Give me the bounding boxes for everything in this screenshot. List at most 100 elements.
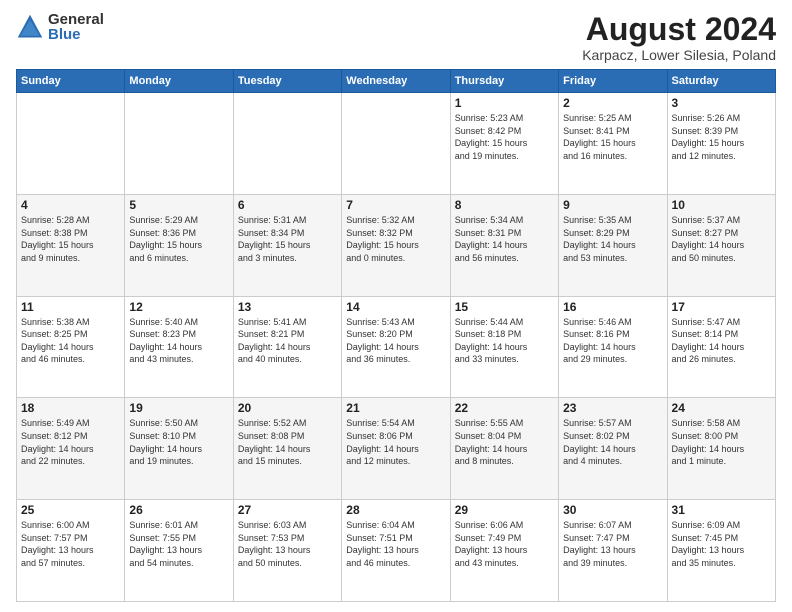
day-cell: 5 Sunrise: 5:29 AM Sunset: 8:36 PM Daylig… (125, 194, 233, 296)
day-info: Sunrise: 6:03 AM Sunset: 7:53 PM Dayligh… (238, 519, 337, 569)
day-info: Sunrise: 5:35 AM Sunset: 8:29 PM Dayligh… (563, 214, 662, 264)
day-number: 11 (21, 300, 120, 314)
day-info: Sunrise: 5:44 AM Sunset: 8:18 PM Dayligh… (455, 316, 554, 366)
day-cell: 23 Sunrise: 5:57 AM Sunset: 8:02 PM Dayli… (559, 398, 667, 500)
weekday-header-tuesday: Tuesday (233, 70, 341, 93)
day-number: 17 (672, 300, 771, 314)
day-info: Sunrise: 5:54 AM Sunset: 8:06 PM Dayligh… (346, 417, 445, 467)
logo-icon (16, 13, 44, 41)
day-number: 30 (563, 503, 662, 517)
day-cell: 21 Sunrise: 5:54 AM Sunset: 8:06 PM Dayli… (342, 398, 450, 500)
day-number: 29 (455, 503, 554, 517)
day-info: Sunrise: 5:49 AM Sunset: 8:12 PM Dayligh… (21, 417, 120, 467)
weekday-header-sunday: Sunday (17, 70, 125, 93)
day-info: Sunrise: 5:32 AM Sunset: 8:32 PM Dayligh… (346, 214, 445, 264)
day-number: 13 (238, 300, 337, 314)
day-number: 27 (238, 503, 337, 517)
page: General Blue August 2024 Karpacz, Lower … (0, 0, 792, 612)
day-number: 31 (672, 503, 771, 517)
day-number: 3 (672, 96, 771, 110)
calendar-table: SundayMondayTuesdayWednesdayThursdayFrid… (16, 69, 776, 602)
day-number: 20 (238, 401, 337, 415)
logo: General Blue (16, 12, 104, 42)
day-info: Sunrise: 5:38 AM Sunset: 8:25 PM Dayligh… (21, 316, 120, 366)
day-info: Sunrise: 5:31 AM Sunset: 8:34 PM Dayligh… (238, 214, 337, 264)
day-number: 16 (563, 300, 662, 314)
subtitle: Karpacz, Lower Silesia, Poland (582, 47, 776, 63)
day-info: Sunrise: 5:57 AM Sunset: 8:02 PM Dayligh… (563, 417, 662, 467)
day-info: Sunrise: 6:04 AM Sunset: 7:51 PM Dayligh… (346, 519, 445, 569)
day-info: Sunrise: 5:37 AM Sunset: 8:27 PM Dayligh… (672, 214, 771, 264)
day-number: 1 (455, 96, 554, 110)
day-cell: 27 Sunrise: 6:03 AM Sunset: 7:53 PM Dayli… (233, 500, 341, 602)
weekday-header-saturday: Saturday (667, 70, 775, 93)
day-cell: 18 Sunrise: 5:49 AM Sunset: 8:12 PM Dayli… (17, 398, 125, 500)
day-cell: 15 Sunrise: 5:44 AM Sunset: 8:18 PM Dayli… (450, 296, 558, 398)
day-cell: 10 Sunrise: 5:37 AM Sunset: 8:27 PM Dayli… (667, 194, 775, 296)
day-cell: 20 Sunrise: 5:52 AM Sunset: 8:08 PM Dayli… (233, 398, 341, 500)
weekday-header-thursday: Thursday (450, 70, 558, 93)
day-cell: 28 Sunrise: 6:04 AM Sunset: 7:51 PM Dayli… (342, 500, 450, 602)
day-cell: 26Sunrise: 6:01 AM Sunset: 7:55 PM Dayli… (125, 500, 233, 602)
logo-blue-text: Blue (48, 27, 104, 42)
day-cell: 17Sunrise: 5:47 AM Sunset: 8:14 PM Dayli… (667, 296, 775, 398)
day-info: Sunrise: 5:28 AM Sunset: 8:38 PM Dayligh… (21, 214, 120, 264)
day-cell: 11 Sunrise: 5:38 AM Sunset: 8:25 PM Dayli… (17, 296, 125, 398)
day-number: 26 (129, 503, 228, 517)
day-info: Sunrise: 6:00 AM Sunset: 7:57 PM Dayligh… (21, 519, 120, 569)
week-row-1: 1Sunrise: 5:23 AM Sunset: 8:42 PM Daylig… (17, 93, 776, 195)
day-number: 15 (455, 300, 554, 314)
day-number: 4 (21, 198, 120, 212)
day-number: 28 (346, 503, 445, 517)
week-row-4: 18 Sunrise: 5:49 AM Sunset: 8:12 PM Dayli… (17, 398, 776, 500)
day-number: 6 (238, 198, 337, 212)
day-number: 9 (563, 198, 662, 212)
week-row-2: 4 Sunrise: 5:28 AM Sunset: 8:38 PM Daylig… (17, 194, 776, 296)
weekday-header-monday: Monday (125, 70, 233, 93)
day-cell: 16 Sunrise: 5:46 AM Sunset: 8:16 PM Dayli… (559, 296, 667, 398)
day-number: 23 (563, 401, 662, 415)
day-cell: 7 Sunrise: 5:32 AM Sunset: 8:32 PM Daylig… (342, 194, 450, 296)
day-cell: 2Sunrise: 5:25 AM Sunset: 8:41 PM Daylig… (559, 93, 667, 195)
day-info: Sunrise: 5:26 AM Sunset: 8:39 PM Dayligh… (672, 112, 771, 162)
day-number: 14 (346, 300, 445, 314)
day-info: Sunrise: 5:46 AM Sunset: 8:16 PM Dayligh… (563, 316, 662, 366)
day-number: 24 (672, 401, 771, 415)
day-cell: 25Sunrise: 6:00 AM Sunset: 7:57 PM Dayli… (17, 500, 125, 602)
day-cell (17, 93, 125, 195)
day-cell (233, 93, 341, 195)
day-cell: 8Sunrise: 5:34 AM Sunset: 8:31 PM Daylig… (450, 194, 558, 296)
day-info: Sunrise: 5:58 AM Sunset: 8:00 PM Dayligh… (672, 417, 771, 467)
day-number: 5 (129, 198, 228, 212)
title-block: August 2024 Karpacz, Lower Silesia, Pola… (582, 12, 776, 63)
day-cell: 4 Sunrise: 5:28 AM Sunset: 8:38 PM Daylig… (17, 194, 125, 296)
day-cell: 13 Sunrise: 5:41 AM Sunset: 8:21 PM Dayli… (233, 296, 341, 398)
day-number: 2 (563, 96, 662, 110)
day-number: 18 (21, 401, 120, 415)
day-info: Sunrise: 5:52 AM Sunset: 8:08 PM Dayligh… (238, 417, 337, 467)
day-cell: 22 Sunrise: 5:55 AM Sunset: 8:04 PM Dayli… (450, 398, 558, 500)
weekday-header-wednesday: Wednesday (342, 70, 450, 93)
day-info: Sunrise: 5:40 AM Sunset: 8:23 PM Dayligh… (129, 316, 228, 366)
day-number: 21 (346, 401, 445, 415)
day-number: 7 (346, 198, 445, 212)
day-cell (342, 93, 450, 195)
logo-text: General Blue (48, 12, 104, 42)
week-row-3: 11 Sunrise: 5:38 AM Sunset: 8:25 PM Dayli… (17, 296, 776, 398)
day-info: Sunrise: 6:07 AM Sunset: 7:47 PM Dayligh… (563, 519, 662, 569)
day-info: Sunrise: 5:29 AM Sunset: 8:36 PM Dayligh… (129, 214, 228, 264)
day-number: 10 (672, 198, 771, 212)
day-info: Sunrise: 5:50 AM Sunset: 8:10 PM Dayligh… (129, 417, 228, 467)
day-number: 22 (455, 401, 554, 415)
day-info: Sunrise: 5:55 AM Sunset: 8:04 PM Dayligh… (455, 417, 554, 467)
header-row: SundayMondayTuesdayWednesdayThursdayFrid… (17, 70, 776, 93)
day-cell: 6 Sunrise: 5:31 AM Sunset: 8:34 PM Daylig… (233, 194, 341, 296)
day-info: Sunrise: 5:43 AM Sunset: 8:20 PM Dayligh… (346, 316, 445, 366)
day-cell: 31 Sunrise: 6:09 AM Sunset: 7:45 PM Dayli… (667, 500, 775, 602)
day-info: Sunrise: 6:09 AM Sunset: 7:45 PM Dayligh… (672, 519, 771, 569)
day-info: Sunrise: 5:41 AM Sunset: 8:21 PM Dayligh… (238, 316, 337, 366)
day-cell: 19Sunrise: 5:50 AM Sunset: 8:10 PM Dayli… (125, 398, 233, 500)
week-row-5: 25Sunrise: 6:00 AM Sunset: 7:57 PM Dayli… (17, 500, 776, 602)
day-cell: 24 Sunrise: 5:58 AM Sunset: 8:00 PM Dayli… (667, 398, 775, 500)
day-cell: 30 Sunrise: 6:07 AM Sunset: 7:47 PM Dayli… (559, 500, 667, 602)
